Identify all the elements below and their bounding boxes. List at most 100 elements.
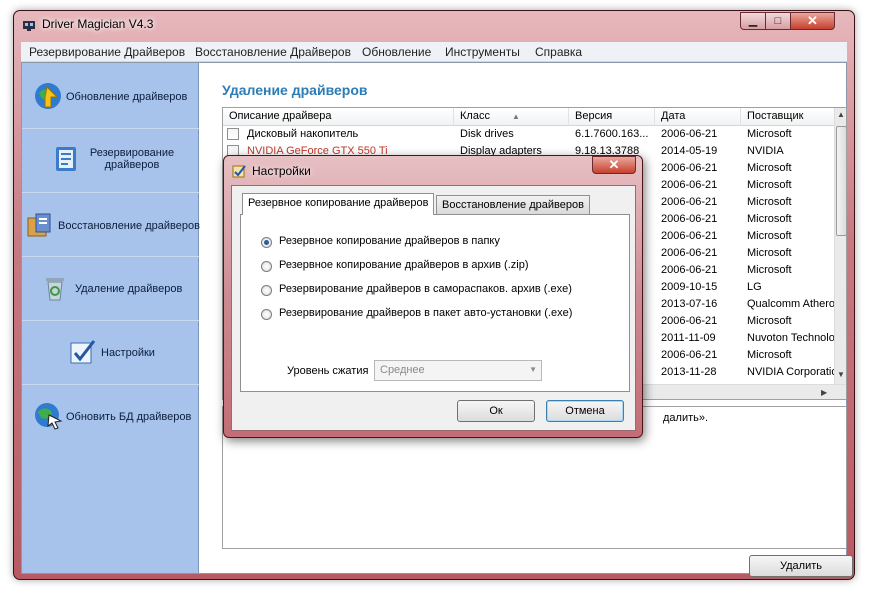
cell-date: 2006-06-21 [661, 162, 718, 174]
cell-vendor: Nuvoton Technolo [747, 332, 834, 344]
menu-tools[interactable]: Инструменты [445, 45, 520, 59]
cell-vendor: Microsoft [747, 162, 792, 174]
column-header-version[interactable]: Версия [569, 108, 655, 126]
cell-vendor: Microsoft [747, 349, 792, 361]
maximize-button[interactable]: □ [765, 12, 791, 30]
sidebar-item-restore-drivers[interactable]: Восстановление драйверов [22, 193, 200, 257]
menu-restore-drivers[interactable]: Восстановление Драйверов [195, 45, 351, 59]
radio-backup-zip[interactable] [261, 261, 272, 272]
sidebar-item-label: Резервирование драйверов [89, 147, 175, 171]
trash-bin-icon [40, 273, 70, 303]
scrollbar-thumb[interactable] [836, 126, 846, 236]
cell-date: 2006-06-21 [661, 128, 718, 140]
globe-cursor-icon [33, 401, 63, 431]
cell-date: 2006-06-21 [661, 196, 718, 208]
settings-dialog-icon [232, 164, 246, 178]
dialog-title: Настройки [252, 164, 311, 178]
cell-desc: Дисковый накопитель [247, 128, 359, 140]
compression-select[interactable]: Среднее ▼ [374, 360, 542, 381]
sidebar-item-settings[interactable]: Настройки [22, 321, 199, 385]
cell-vendor: Microsoft [747, 247, 792, 259]
sidebar-item-update-drivers[interactable]: Обнoвление драйверов [22, 65, 199, 129]
dialog-close-button[interactable]: ✕ [592, 156, 636, 174]
sidebar-item-label: Обновить БД драйверов [66, 411, 192, 423]
title-bar[interactable]: Driver Magician V4.3 ▁ □ ✕ [14, 11, 854, 39]
sidebar-item-remove-drivers[interactable]: Удаление драйверов [22, 257, 199, 321]
cell-date: 2006-06-21 [661, 315, 718, 327]
column-header-date[interactable]: Дата [655, 108, 741, 126]
tab-panel-backup: Резервное копирование драйверов в папку … [240, 214, 630, 392]
cell-date: 2006-06-21 [661, 349, 718, 361]
scroll-right-icon[interactable]: ▶ [821, 388, 827, 397]
row-checkbox[interactable] [227, 128, 239, 140]
menu-help[interactable]: Справка [535, 45, 582, 59]
column-header-description[interactable]: Описание драйвера [223, 108, 454, 126]
description-text-end: далить». [663, 412, 709, 424]
globe-update-icon [33, 81, 63, 111]
backup-document-icon [51, 144, 81, 174]
radio-backup-zip-label[interactable]: Резервное копирование драйверов в архив … [279, 259, 529, 271]
cell-date: 2006-06-21 [661, 230, 718, 242]
cell-vendor: Microsoft [747, 315, 792, 327]
cell-date: 2013-11-28 [661, 366, 717, 378]
compression-label: Уровень сжатия [287, 365, 369, 377]
sidebar-item-label: Настройки [101, 347, 155, 359]
menu-backup-drivers[interactable]: Резервирование Драйверов [29, 45, 185, 59]
cell-vendor: Qualcomm Atheros [747, 298, 834, 310]
radio-backup-autoinstall-label[interactable]: Резервирование драйверов в пакет авто-ус… [279, 307, 572, 319]
sidebar-item-label: Удаление драйверов [75, 283, 183, 295]
column-header-vendor[interactable]: Поставщик [741, 108, 834, 126]
vertical-scrollbar[interactable]: ▲ ▼ [834, 108, 846, 384]
tab-restore[interactable]: Восстановление драйверов [436, 195, 590, 214]
cell-vendor: Microsoft [747, 213, 792, 225]
cell-date: 2006-06-21 [661, 179, 718, 191]
cell-date: 2006-06-21 [661, 247, 718, 259]
cell-date: 2006-06-21 [661, 213, 718, 225]
cancel-button[interactable]: Отмена [546, 400, 624, 422]
sidebar-item-label: Восстановление драйверов [58, 220, 200, 232]
cell-date: 2014-05-19 [661, 145, 718, 157]
cell-vendor: Microsoft [747, 179, 792, 191]
app-icon [22, 18, 36, 32]
settings-check-icon [67, 337, 97, 367]
cell-vendor: Microsoft [747, 128, 792, 140]
ok-button[interactable]: Ок [457, 400, 535, 422]
scroll-down-icon[interactable]: ▼ [837, 370, 845, 379]
cell-class: Disk drives [460, 128, 514, 140]
scroll-up-icon[interactable]: ▲ [837, 110, 845, 119]
sidebar-item-backup-drivers[interactable]: Резервирование драйверов [22, 129, 199, 193]
radio-backup-autoinstall[interactable] [261, 309, 272, 320]
menu-update[interactable]: Обновление [362, 45, 431, 59]
cell-vendor: Microsoft [747, 264, 792, 276]
cell-date: 2006-06-21 [661, 264, 718, 276]
cell-date: 2011-11-09 [661, 332, 716, 344]
window-title: Driver Magician V4.3 [42, 17, 154, 31]
settings-dialog: Настройки ✕ Резервное копирование драйве… [223, 155, 643, 438]
tab-backup[interactable]: Резервное копирование драйверов [242, 193, 435, 215]
chevron-down-icon: ▼ [529, 365, 537, 374]
sidebar-item-label: Обнoвление драйверов [66, 91, 188, 103]
cell-version: 6.1.7600.163... [575, 128, 649, 140]
restore-box-icon [24, 210, 54, 240]
cell-date: 2009-10-15 [661, 281, 718, 293]
radio-backup-folder-label[interactable]: Резервное копирование драйверов в папку [279, 235, 500, 247]
page-title: Удаление драйверов [222, 82, 368, 98]
cell-vendor: LG [747, 281, 762, 293]
table-row[interactable]: Дисковый накопитель Disk drives 6.1.7600.1… [223, 126, 833, 143]
sort-arrow-icon: ▲ [511, 112, 520, 121]
menu-bar: Резервирование Драйверов Восстановление … [21, 42, 847, 62]
dialog-body: Резервное копирование драйверов Восстано… [231, 185, 636, 431]
minimize-button[interactable]: ▁ [740, 12, 766, 30]
cell-vendor: Microsoft [747, 196, 792, 208]
radio-backup-sfx-label[interactable]: Резервирование драйверов в самораспаков.… [279, 283, 572, 295]
cell-vendor: NVIDIA Corporation [747, 366, 834, 378]
delete-button[interactable]: Удалить [749, 555, 853, 577]
close-window-button[interactable]: ✕ [790, 12, 835, 30]
cell-date: 2013-07-16 [661, 298, 718, 310]
column-header-class[interactable]: Класс ▲ [454, 108, 569, 126]
radio-backup-folder[interactable] [261, 237, 272, 248]
sidebar: Обнoвление драйверов Резервирование драй… [22, 63, 200, 573]
sidebar-item-update-database[interactable]: Обновить БД драйверов [22, 385, 199, 449]
cell-vendor: NVIDIA [747, 145, 784, 157]
radio-backup-sfx[interactable] [261, 285, 272, 296]
